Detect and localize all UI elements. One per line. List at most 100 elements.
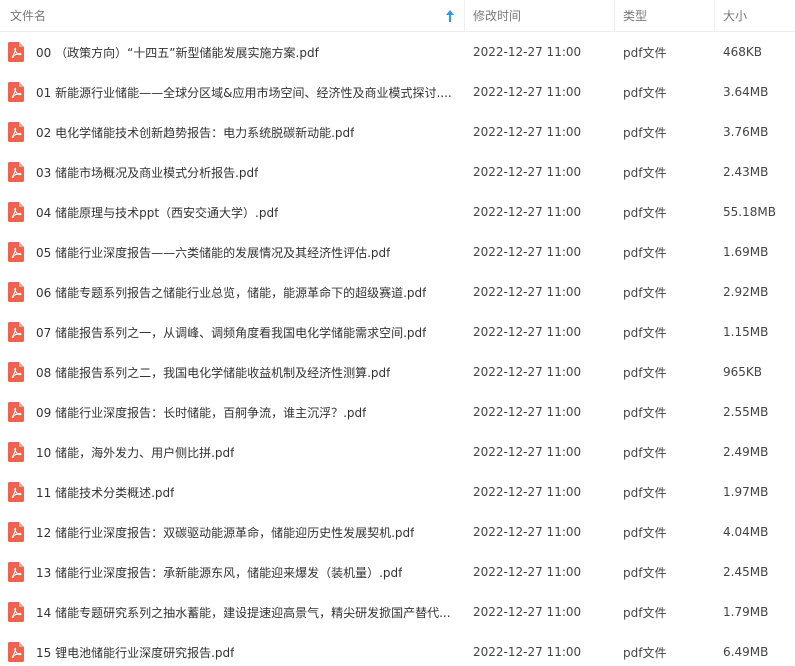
file-name[interactable]: 05 储能行业深度报告——六类储能的发展情况及其经济性评估.pdf <box>36 244 390 261</box>
file-row[interactable]: 10 储能，海外发力、用户侧比拼.pdf 2022-12-27 11:00 pd… <box>0 432 795 472</box>
file-size-cell: 2.49MB <box>715 432 795 472</box>
column-header: 文件名 修改时间 类型 大小 <box>0 0 795 32</box>
pdf-file-icon <box>8 402 24 422</box>
file-name[interactable]: 08 储能报告系列之二，我国电化学储能收益机制及经济性测算.pdf <box>36 364 390 381</box>
pdf-file-icon <box>8 122 24 142</box>
file-date: 2022-12-27 11:00 <box>473 405 582 419</box>
file-name[interactable]: 03 储能市场概况及商业模式分析报告.pdf <box>36 164 258 181</box>
file-row[interactable]: 12 储能行业深度报告：双碳驱动能源革命，储能迎历史性发展契机.pdf 2022… <box>0 512 795 552</box>
file-type: pdf文件 <box>623 525 667 540</box>
file-name[interactable]: 06 储能专题系列报告之储能行业总览，储能，能源革命下的超级赛道.pdf <box>36 284 426 301</box>
file-name-cell: 08 储能报告系列之二，我国电化学储能收益机制及经济性测算.pdf <box>0 352 465 392</box>
file-date: 2022-12-27 11:00 <box>473 445 582 459</box>
file-type-cell: pdf文件 <box>615 152 715 192</box>
file-date: 2022-12-27 11:00 <box>473 285 582 299</box>
file-date: 2022-12-27 11:00 <box>473 165 582 179</box>
file-type-cell: pdf文件 <box>615 592 715 632</box>
file-row[interactable]: 00 （政策方向）“十四五”新型储能发展实施方案.pdf 2022-12-27 … <box>0 32 795 72</box>
file-row[interactable]: 03 储能市场概况及商业模式分析报告.pdf 2022-12-27 11:00 … <box>0 152 795 192</box>
file-name[interactable]: 14 储能专题研究系列之抽水蓄能，建设提速迎高景气，精尖研发掀国产替代... <box>36 604 451 621</box>
pdf-file-icon <box>8 562 24 582</box>
file-date-cell: 2022-12-27 11:00 <box>465 432 615 472</box>
file-type-cell: pdf文件 <box>615 392 715 432</box>
file-name[interactable]: 04 储能原理与技术ppt（西安交通大学）.pdf <box>36 204 278 221</box>
file-name-cell: 03 储能市场概况及商业模式分析报告.pdf <box>0 152 465 192</box>
file-date-cell: 2022-12-27 11:00 <box>465 272 615 312</box>
file-row[interactable]: 14 储能专题研究系列之抽水蓄能，建设提速迎高景气，精尖研发掀国产替代... 2… <box>0 592 795 632</box>
file-name[interactable]: 10 储能，海外发力、用户侧比拼.pdf <box>36 444 234 461</box>
pdf-file-icon <box>8 42 24 62</box>
header-size-column[interactable]: 大小 <box>715 0 795 31</box>
file-size: 1.15MB <box>723 325 769 339</box>
file-row[interactable]: 04 储能原理与技术ppt（西安交通大学）.pdf 2022-12-27 11:… <box>0 192 795 232</box>
file-row[interactable]: 05 储能行业深度报告——六类储能的发展情况及其经济性评估.pdf 2022-1… <box>0 232 795 272</box>
pdf-file-icon <box>8 202 24 222</box>
file-size: 3.64MB <box>723 85 769 99</box>
file-name[interactable]: 09 储能行业深度报告：长时储能，百舸争流，谁主沉浮？.pdf <box>36 404 366 421</box>
file-size-cell: 1.79MB <box>715 592 795 632</box>
file-name[interactable]: 15 锂电池储能行业深度研究报告.pdf <box>36 644 234 661</box>
file-type: pdf文件 <box>623 325 667 340</box>
file-date: 2022-12-27 11:00 <box>473 525 582 539</box>
file-row[interactable]: 11 储能技术分类概述.pdf 2022-12-27 11:00 pdf文件 1… <box>0 472 795 512</box>
file-type: pdf文件 <box>623 245 667 260</box>
pdf-file-icon <box>8 362 24 382</box>
sort-up-arrow-icon[interactable] <box>444 9 456 23</box>
file-date-cell: 2022-12-27 11:00 <box>465 472 615 512</box>
file-row[interactable]: 08 储能报告系列之二，我国电化学储能收益机制及经济性测算.pdf 2022-1… <box>0 352 795 392</box>
file-date-cell: 2022-12-27 11:00 <box>465 512 615 552</box>
file-type-cell: pdf文件 <box>615 432 715 472</box>
file-size: 2.45MB <box>723 565 769 579</box>
file-name-cell: 09 储能行业深度报告：长时储能，百舸争流，谁主沉浮？.pdf <box>0 392 465 432</box>
file-size-cell: 2.45MB <box>715 552 795 592</box>
file-row[interactable]: 13 储能行业深度报告：承新能源东风，储能迎来爆发（装机量）.pdf 2022-… <box>0 552 795 592</box>
file-date: 2022-12-27 11:00 <box>473 565 582 579</box>
file-date-cell: 2022-12-27 11:00 <box>465 232 615 272</box>
header-type-label: 类型 <box>623 9 648 23</box>
file-name[interactable]: 02 电化学储能技术创新趋势报告：电力系统脱碳新动能.pdf <box>36 124 354 141</box>
file-size-cell: 2.92MB <box>715 272 795 312</box>
file-name[interactable]: 12 储能行业深度报告：双碳驱动能源革命，储能迎历史性发展契机.pdf <box>36 524 414 541</box>
file-date: 2022-12-27 11:00 <box>473 325 582 339</box>
file-list: 文件名 修改时间 类型 大小 00 （政策方向）“十四五”新型储能发展实施方案.… <box>0 0 795 666</box>
pdf-file-icon <box>8 322 24 342</box>
file-size: 2.43MB <box>723 165 769 179</box>
header-name-label: 文件名 <box>10 9 47 23</box>
file-row[interactable]: 15 锂电池储能行业深度研究报告.pdf 2022-12-27 11:00 pd… <box>0 632 795 666</box>
file-name-cell: 06 储能专题系列报告之储能行业总览，储能，能源革命下的超级赛道.pdf <box>0 272 465 312</box>
file-size-cell: 3.76MB <box>715 112 795 152</box>
pdf-file-icon <box>8 282 24 302</box>
file-name-cell: 13 储能行业深度报告：承新能源东风，储能迎来爆发（装机量）.pdf <box>0 552 465 592</box>
file-name[interactable]: 11 储能技术分类概述.pdf <box>36 484 174 501</box>
file-row[interactable]: 07 储能报告系列之一，从调峰、调频角度看我国电化学储能需求空间.pdf 202… <box>0 312 795 352</box>
file-date-cell: 2022-12-27 11:00 <box>465 32 615 72</box>
file-size-cell: 2.43MB <box>715 152 795 192</box>
file-date-cell: 2022-12-27 11:00 <box>465 112 615 152</box>
file-size-cell: 1.15MB <box>715 312 795 352</box>
file-type: pdf文件 <box>623 605 667 620</box>
file-size: 2.49MB <box>723 445 769 459</box>
file-name[interactable]: 13 储能行业深度报告：承新能源东风，储能迎来爆发（装机量）.pdf <box>36 564 402 581</box>
file-size-cell: 965KB <box>715 352 795 392</box>
file-date-cell: 2022-12-27 11:00 <box>465 592 615 632</box>
file-date-cell: 2022-12-27 11:00 <box>465 392 615 432</box>
file-size: 965KB <box>723 365 763 379</box>
file-type: pdf文件 <box>623 285 667 300</box>
file-type-cell: pdf文件 <box>615 232 715 272</box>
header-date-column[interactable]: 修改时间 <box>465 0 615 31</box>
file-row[interactable]: 01 新能源行业储能——全球分区域&应用市场空间、经济性及商业模式探讨.... … <box>0 72 795 112</box>
file-row[interactable]: 06 储能专题系列报告之储能行业总览，储能，能源革命下的超级赛道.pdf 202… <box>0 272 795 312</box>
header-type-column[interactable]: 类型 <box>615 0 715 31</box>
file-name[interactable]: 00 （政策方向）“十四五”新型储能发展实施方案.pdf <box>36 44 319 61</box>
file-size: 55.18MB <box>723 205 776 219</box>
file-row[interactable]: 02 电化学储能技术创新趋势报告：电力系统脱碳新动能.pdf 2022-12-2… <box>0 112 795 152</box>
file-row[interactable]: 09 储能行业深度报告：长时储能，百舸争流，谁主沉浮？.pdf 2022-12-… <box>0 392 795 432</box>
file-type: pdf文件 <box>623 445 667 460</box>
header-name-column[interactable]: 文件名 <box>0 0 465 31</box>
file-date-cell: 2022-12-27 11:00 <box>465 632 615 666</box>
file-name[interactable]: 07 储能报告系列之一，从调峰、调频角度看我国电化学储能需求空间.pdf <box>36 324 426 341</box>
file-size-cell: 6.49MB <box>715 632 795 666</box>
file-name[interactable]: 01 新能源行业储能——全球分区域&应用市场空间、经济性及商业模式探讨.... <box>36 84 452 101</box>
file-date-cell: 2022-12-27 11:00 <box>465 72 615 112</box>
file-size-cell: 55.18MB <box>715 192 795 232</box>
